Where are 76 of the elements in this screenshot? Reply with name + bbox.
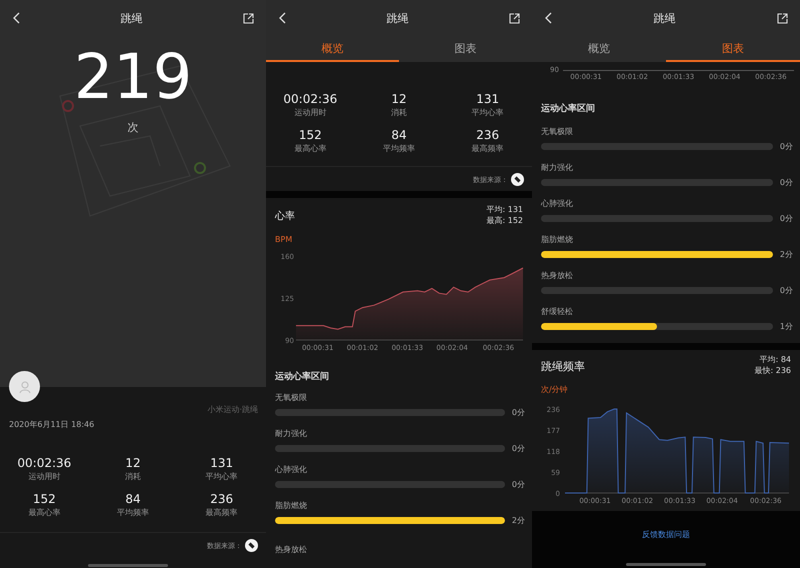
zone-minutes: 0分	[779, 213, 793, 224]
zone-label: 脂肪燃烧	[541, 234, 574, 245]
zone-label: 舒缓轻松	[541, 306, 574, 317]
tab[interactable]: 概览	[532, 36, 666, 62]
section-title: 运动心率区间	[275, 370, 329, 383]
stat-label: 平均心率	[472, 107, 504, 118]
stat-label: 消耗	[124, 471, 141, 482]
back-icon[interactable]	[278, 12, 286, 24]
stat-value: 00:02:36	[17, 456, 72, 471]
screen-title: 跳绳	[654, 10, 676, 26]
share-icon[interactable]	[777, 12, 788, 24]
device-icon	[511, 173, 524, 186]
average-reading: 平均: 131	[486, 204, 523, 215]
stat-label: 最高频率	[206, 507, 238, 518]
stat-label: 运动用时	[294, 107, 326, 118]
zone-label: 耐力强化	[541, 162, 574, 173]
zone-minutes: 0分	[511, 443, 525, 454]
app-name: 小米运动·跳绳	[207, 404, 258, 415]
feedback-link[interactable]: 反馈数据问题	[642, 529, 690, 540]
stat-value: 12	[391, 92, 407, 107]
avatar	[9, 371, 40, 402]
tab[interactable]: 概览	[266, 36, 399, 62]
zone-label: 热身放松	[275, 544, 308, 554]
share-icon[interactable]	[509, 12, 520, 24]
stat-label: 平均频率	[116, 507, 149, 518]
count-unit: 次	[128, 120, 138, 135]
zone-minutes: 0分	[779, 285, 793, 296]
zone-label: 无氧极限	[541, 126, 574, 137]
screen-title: 跳绳	[120, 10, 142, 26]
zone-minutes: 0分	[511, 407, 525, 418]
stat-value: 152	[298, 128, 322, 143]
zone-label: 热身放松	[541, 270, 574, 281]
zone-minutes: 1分	[779, 321, 793, 332]
stat-value: 236	[210, 492, 234, 507]
device-icon	[245, 539, 258, 552]
zone-minutes: 0分	[779, 177, 793, 188]
stat-value: 236	[476, 128, 500, 143]
workout-date: 2020年6月11日 18:46	[9, 419, 94, 430]
stat-value: 152	[32, 492, 56, 507]
screen-title: 跳绳	[386, 10, 408, 26]
zone-label: 心肺强化	[275, 464, 308, 475]
zone-minutes: 0分	[511, 479, 525, 490]
zone-label: 心肺强化	[541, 198, 574, 209]
card-title: 跳绳频率	[541, 359, 585, 374]
fastest-reading: 最快: 236	[754, 365, 791, 376]
zone-minutes: 2分	[511, 515, 525, 526]
card-title: 心率	[275, 210, 295, 223]
stat-label: 最高心率	[294, 143, 326, 154]
jump-count: 219	[74, 46, 192, 108]
stat-value: 84	[125, 492, 141, 507]
zone-label: 脂肪燃烧	[275, 500, 308, 511]
stat-label: 平均频率	[382, 143, 415, 154]
stat-label: 运动用时	[28, 471, 60, 482]
stat-label: 消耗	[390, 107, 407, 118]
unit-label: 次/分钟	[541, 384, 568, 395]
back-icon[interactable]	[544, 12, 552, 24]
stat-value: 131	[210, 456, 234, 471]
average-reading: 平均: 84	[760, 354, 791, 365]
zone-label: 耐力强化	[275, 428, 308, 439]
stat-value: 84	[391, 128, 407, 143]
section-title: 运动心率区间	[541, 102, 595, 115]
zone-minutes: 0分	[779, 141, 793, 152]
unit-label: BPM	[275, 235, 292, 244]
zone-label: 无氧极限	[275, 392, 308, 403]
share-icon[interactable]	[243, 12, 254, 24]
stat-label: 最高频率	[472, 143, 504, 154]
back-icon[interactable]	[12, 12, 20, 24]
stat-label: 平均心率	[206, 471, 238, 482]
stat-value: 131	[476, 92, 500, 107]
tab[interactable]: 图表	[399, 36, 532, 62]
stat-label: 最高心率	[28, 507, 60, 518]
zone-minutes: 2分	[779, 249, 793, 260]
maximum-reading: 最高: 152	[486, 215, 523, 226]
stat-value: 12	[125, 456, 141, 471]
tab[interactable]: 图表	[666, 36, 800, 62]
stat-value: 00:02:36	[283, 92, 338, 107]
